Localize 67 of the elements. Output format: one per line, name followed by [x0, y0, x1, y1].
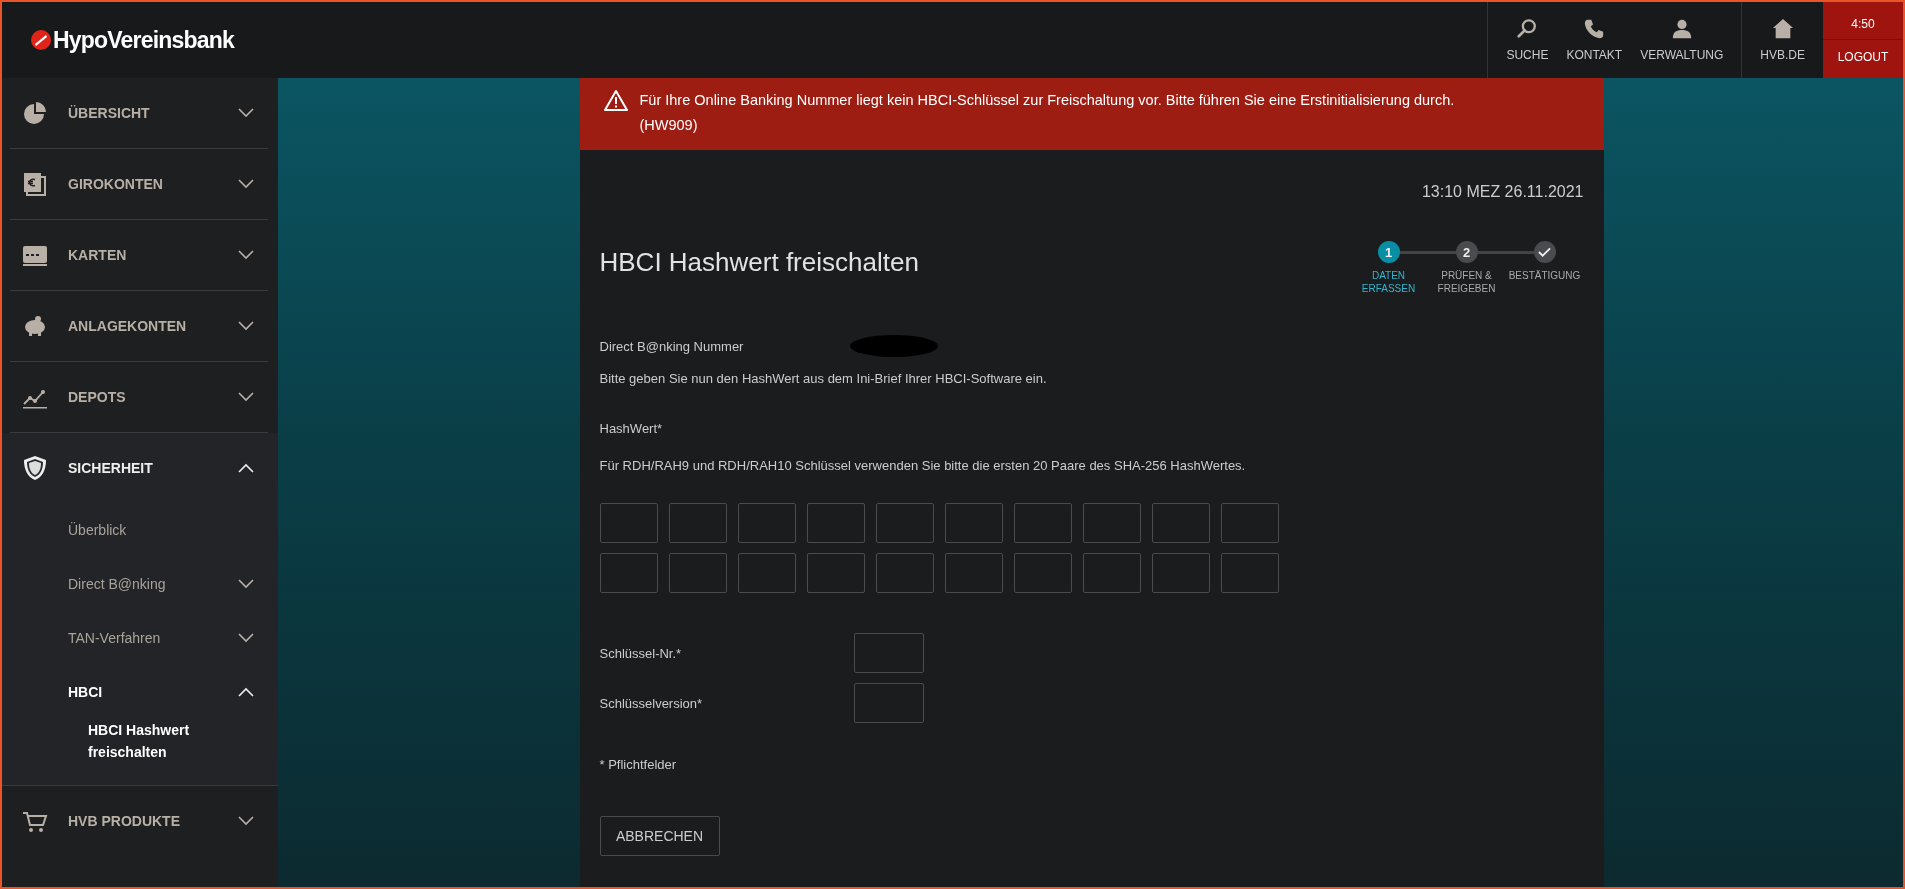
sidebar-subitem[interactable]: HBCI	[10, 665, 268, 719]
field-label: Direct B@nking Nummer	[599, 338, 745, 354]
sidebar-item[interactable]: SICHERHEIT	[10, 433, 268, 503]
step-label: BESTÄTIGUNG	[1508, 269, 1581, 282]
hash-input-field[interactable]	[1013, 553, 1072, 593]
sidebar-subitem[interactable]: HBCI Hashwert freischalten	[10, 719, 268, 785]
hash-input-field[interactable]	[875, 503, 934, 543]
sidebar-subitem[interactable]: Überblick	[10, 503, 268, 557]
sidebar-item[interactable]: DEPOTS	[10, 362, 268, 432]
field-label: Schlüssel-Nr.*	[599, 645, 683, 661]
euro-wallet-icon	[22, 171, 48, 197]
shield-icon	[22, 455, 48, 481]
hash-input-field[interactable]	[1220, 553, 1279, 593]
pie-chart-icon	[22, 100, 48, 126]
instruction-text: Bitte geben Sie nun den HashWert aus dem Ini-Brief Ihrer HBCI-Software ein.	[599, 371, 1048, 386]
hash-input-field[interactable]	[1151, 503, 1210, 543]
phone-icon	[1583, 18, 1606, 40]
home-link[interactable]: HVB.DE	[1754, 2, 1811, 78]
input-field[interactable]	[853, 633, 924, 673]
user-link[interactable]: VERWALTUNG	[1634, 2, 1730, 78]
hash-input-field[interactable]	[737, 553, 796, 593]
hash-input-field[interactable]	[1082, 553, 1141, 593]
hash-input-field[interactable]	[599, 553, 658, 593]
step-number: 2	[1455, 241, 1478, 263]
user-icon	[1670, 18, 1693, 40]
hash-input-field[interactable]	[944, 553, 1003, 593]
sidebar-item[interactable]: HVB PRODUKTE	[10, 786, 268, 856]
sidebar-item[interactable]: ANLAGEKONTEN	[10, 291, 268, 361]
hash-input-field[interactable]	[599, 503, 658, 543]
step-number: 1	[1377, 241, 1400, 263]
session-timer: 4:50	[1823, 16, 1903, 40]
sidebar-item[interactable]: KARTEN	[10, 220, 268, 290]
timestamp: 13:10 MEZ 26.11.2021	[1420, 183, 1584, 201]
brand-name: HypoVereinsbank	[53, 26, 235, 54]
step-label: DATEN ERFASSEN	[1360, 269, 1417, 295]
input-field[interactable]	[853, 683, 924, 723]
sidebar-item[interactable]: GIROKONTEN	[10, 149, 268, 219]
logo-icon	[31, 30, 51, 50]
sidebar-subitem[interactable]: Direct B@nking	[10, 557, 268, 611]
hash-input-field[interactable]	[668, 503, 727, 543]
hash-input-field[interactable]	[1220, 503, 1279, 543]
hash-input-field[interactable]	[1013, 503, 1072, 543]
field-label: Schlüsselversion*	[599, 695, 704, 711]
piggy-bank-icon	[22, 313, 48, 339]
hash-input-field[interactable]	[737, 503, 796, 543]
sidebar-subitem[interactable]: TAN-Verfahren	[10, 611, 268, 665]
phone-link[interactable]: KONTAKT	[1560, 2, 1629, 78]
hash-input-field[interactable]	[806, 503, 865, 543]
field-label: HashWert*	[599, 421, 664, 436]
search-link[interactable]: SUCHE	[1500, 2, 1555, 78]
alert-message: Für Ihre Online Banking Nummer liegt kein HBCI-Schlüssel zur Freischaltung vor. Bitte führen Sie eine Erstinitialisierung durch.	[639, 91, 1455, 110]
step-label: PRÜFEN & FREIGEBEN	[1436, 269, 1497, 295]
hash-input-field[interactable]	[1082, 503, 1141, 543]
warning-icon	[603, 89, 628, 111]
hint-text: Für RDH/RAH9 und RDH/RAH10 Schlüssel verwenden Sie bitte die ersten 20 Paare des SHA-256 HashWertes.	[599, 458, 1247, 473]
page-title: HBCI Hashwert freischalten	[599, 247, 919, 279]
cancel-button[interactable]: ABBRECHEN	[599, 816, 720, 856]
required-note: * Pflichtfelder	[599, 757, 678, 772]
alert-code: (HW909)	[639, 116, 699, 135]
search-icon	[1516, 18, 1539, 40]
logout-button[interactable]: LOGOUT	[1837, 49, 1889, 64]
hash-input-field[interactable]	[1151, 553, 1210, 593]
hash-input-field[interactable]	[875, 553, 934, 593]
hash-input-field[interactable]	[806, 553, 865, 593]
hash-input-field[interactable]	[944, 503, 1003, 543]
hash-input-field[interactable]	[668, 553, 727, 593]
sidebar-item[interactable]: ÜBERSICHT	[10, 78, 268, 148]
